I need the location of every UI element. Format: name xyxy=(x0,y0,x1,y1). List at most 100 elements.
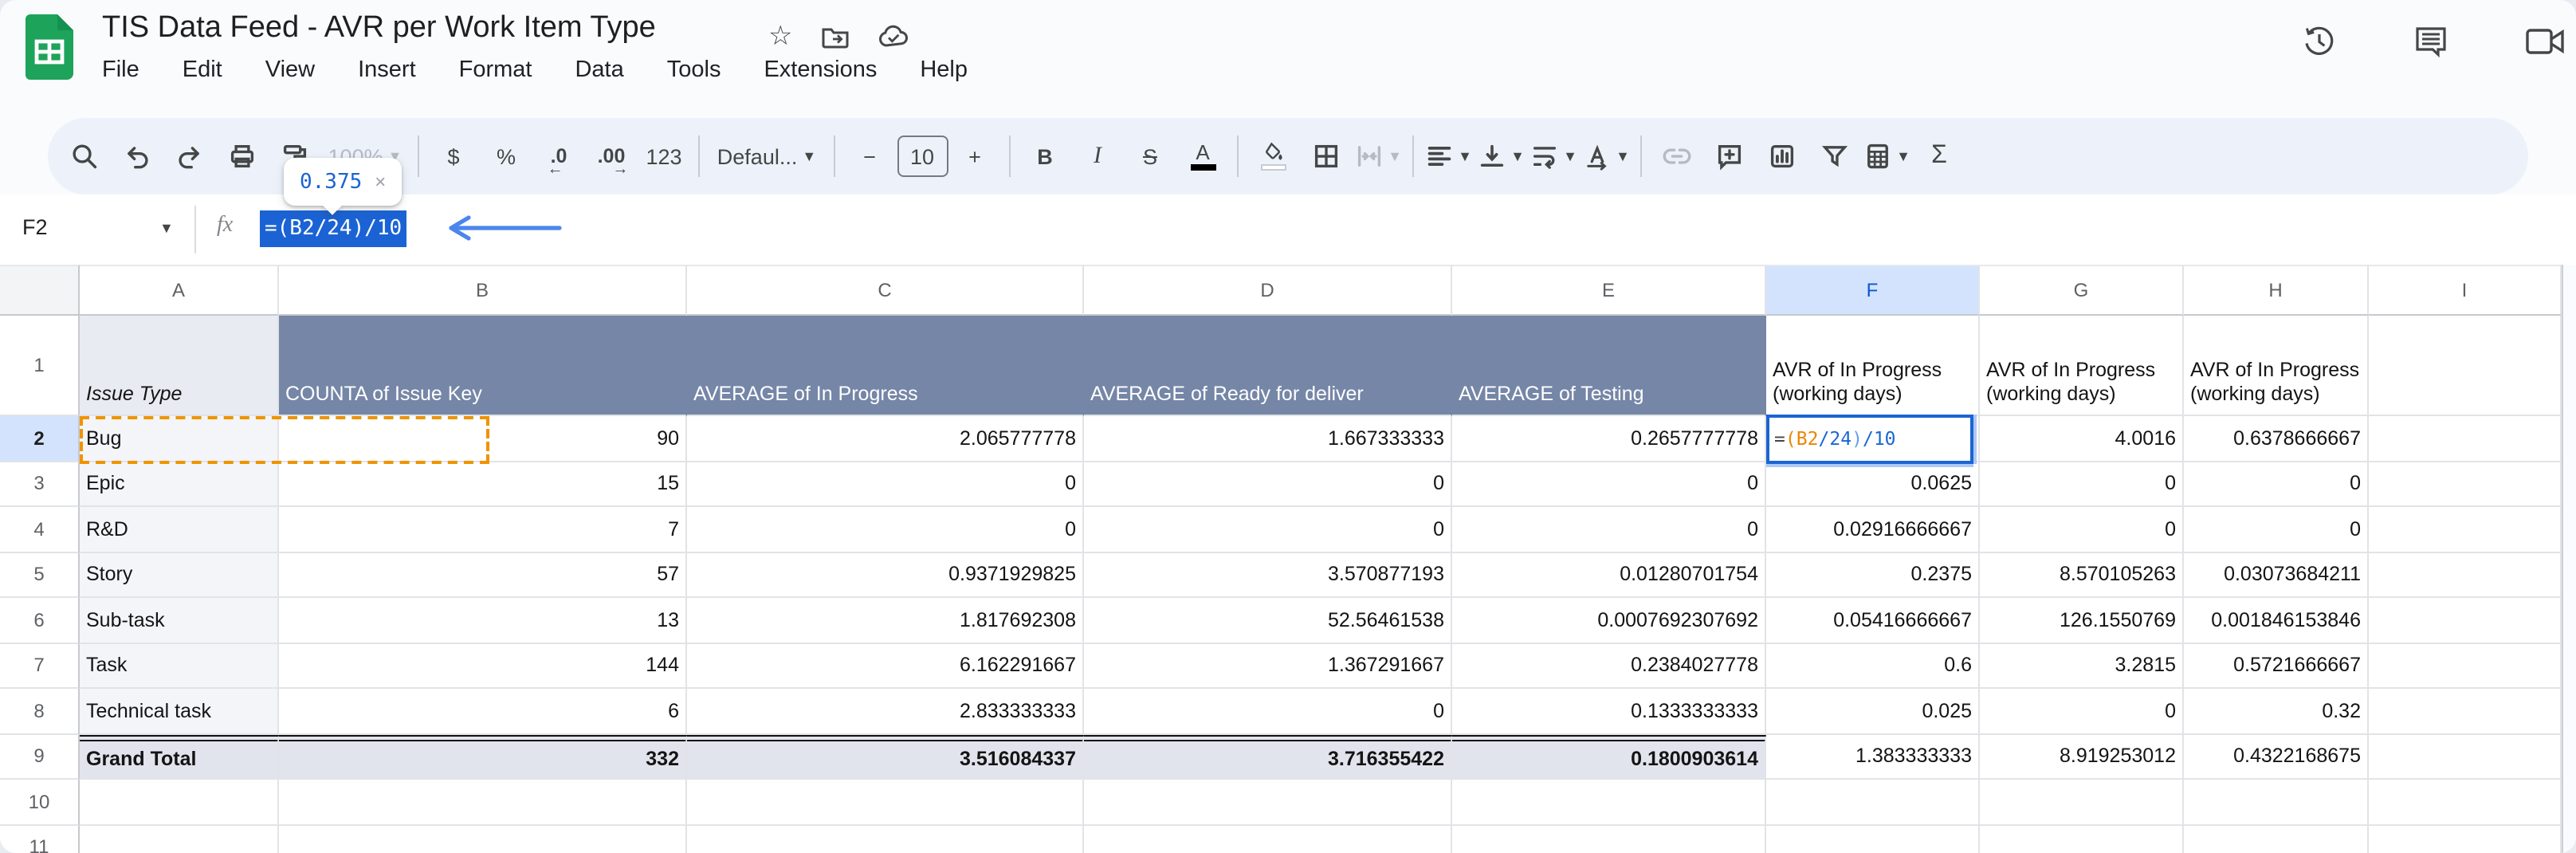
cell-G4[interactable]: 0 xyxy=(1980,507,2184,552)
cell-F11[interactable] xyxy=(1766,825,1980,853)
document-title[interactable]: TIS Data Feed - AVR per Work Item Type xyxy=(102,11,656,46)
menu-format[interactable]: Format xyxy=(459,57,532,83)
redo-icon[interactable] xyxy=(163,128,215,185)
video-call-icon[interactable] xyxy=(2525,24,2566,59)
cell-E1[interactable]: AVERAGE of Testing xyxy=(1452,316,1766,416)
cell-B7[interactable]: 144 xyxy=(279,643,687,689)
cell-B5[interactable]: 57 xyxy=(279,552,687,598)
formula-input[interactable]: =(B2/24)/10 xyxy=(260,210,406,247)
cell-B2[interactable]: 90 xyxy=(279,416,687,462)
cell-I8[interactable] xyxy=(2369,689,2562,734)
cell-I11[interactable] xyxy=(2369,825,2562,853)
cell-C3[interactable]: 0 xyxy=(687,462,1084,507)
cell-E11[interactable] xyxy=(1452,825,1766,853)
cell-H9[interactable]: 0.4322168675 xyxy=(2184,734,2369,780)
row-header-10[interactable]: 10 xyxy=(0,780,80,825)
select-all-corner[interactable] xyxy=(0,265,80,316)
column-header-F[interactable]: F xyxy=(1766,265,1980,316)
cell-A8[interactable]: Technical task xyxy=(80,689,279,734)
cell-B9[interactable]: 332 xyxy=(279,734,687,780)
cell-D6[interactable]: 52.56461538 xyxy=(1084,598,1452,643)
cell-C10[interactable] xyxy=(687,780,1084,825)
cell-C6[interactable]: 1.817692308 xyxy=(687,598,1084,643)
row-header-1[interactable]: 1 xyxy=(0,316,80,416)
cell-C8[interactable]: 2.833333333 xyxy=(687,689,1084,734)
cell-H3[interactable]: 0 xyxy=(2184,462,2369,507)
cell-E3[interactable]: 0 xyxy=(1452,462,1766,507)
cell-G3[interactable]: 0 xyxy=(1980,462,2184,507)
italic-button[interactable]: I xyxy=(1071,128,1124,185)
cell-A5[interactable]: Story xyxy=(80,552,279,598)
insert-comment-icon[interactable] xyxy=(1702,128,1755,185)
cell-G9[interactable]: 8.919253012 xyxy=(1980,734,2184,780)
column-header-E[interactable]: E xyxy=(1452,265,1766,316)
cell-D3[interactable]: 0 xyxy=(1084,462,1452,507)
format-currency-button[interactable]: $ xyxy=(427,128,480,185)
row-header-6[interactable]: 6 xyxy=(0,598,80,643)
row-header-4[interactable]: 4 xyxy=(0,507,80,552)
cell-I7[interactable] xyxy=(2369,643,2562,689)
cell-F1[interactable]: AVR of In Progress (working days) xyxy=(1766,316,1980,416)
font-size-button[interactable]: 10 xyxy=(896,128,948,185)
cell-G7[interactable]: 3.2815 xyxy=(1980,643,2184,689)
increase-decimal-icon[interactable]: .00→ xyxy=(585,128,638,185)
cell-D7[interactable]: 1.367291667 xyxy=(1084,643,1452,689)
cell-A9[interactable]: Grand Total xyxy=(80,734,279,780)
cell-A6[interactable]: Sub-task xyxy=(80,598,279,643)
insert-chart-icon[interactable] xyxy=(1755,128,1808,185)
font-size-increase-button[interactable]: + xyxy=(948,128,1001,185)
row-header-5[interactable]: 5 xyxy=(0,552,80,598)
cell-I10[interactable] xyxy=(2369,780,2562,825)
cell-G1[interactable]: AVR of In Progress (working days) xyxy=(1980,316,2184,416)
cell-I6[interactable] xyxy=(2369,598,2562,643)
cell-H7[interactable]: 0.5721666667 xyxy=(2184,643,2369,689)
menu-extensions[interactable]: Extensions xyxy=(764,57,877,83)
cell-A3[interactable]: Epic xyxy=(80,462,279,507)
cell-H5[interactable]: 0.03073684211 xyxy=(2184,552,2369,598)
cell-A2[interactable]: Bug xyxy=(80,416,279,462)
column-header-D[interactable]: D xyxy=(1084,265,1452,316)
row-header-2[interactable]: 2 xyxy=(0,416,80,462)
cell-C5[interactable]: 0.9371929825 xyxy=(687,552,1084,598)
fill-color-icon[interactable] xyxy=(1247,128,1299,185)
cell-A1[interactable]: Issue Type xyxy=(80,316,279,416)
cell-E8[interactable]: 0.1333333333 xyxy=(1452,689,1766,734)
cell-B8[interactable]: 6 xyxy=(279,689,687,734)
cell-C1[interactable]: AVERAGE of In Progress xyxy=(687,316,1084,416)
cell-C9[interactable]: 3.516084337 xyxy=(687,734,1084,780)
cell-F5[interactable]: 0.2375 xyxy=(1766,552,1980,598)
cell-D4[interactable]: 0 xyxy=(1084,507,1452,552)
cell-H8[interactable]: 0.32 xyxy=(2184,689,2369,734)
cell-I2[interactable] xyxy=(2369,416,2562,462)
cell-A4[interactable]: R&D xyxy=(80,507,279,552)
cell-B11[interactable] xyxy=(279,825,687,853)
cell-I5[interactable] xyxy=(2369,552,2562,598)
vertical-align-icon[interactable]: ▼ xyxy=(1475,128,1527,185)
cell-H10[interactable] xyxy=(2184,780,2369,825)
cell-A10[interactable] xyxy=(80,780,279,825)
cell-D10[interactable] xyxy=(1084,780,1452,825)
font-size-decrease-button[interactable]: − xyxy=(843,128,896,185)
cell-E4[interactable]: 0 xyxy=(1452,507,1766,552)
cell-H1[interactable]: AVR of In Progress (working days) xyxy=(2184,316,2369,416)
menu-help[interactable]: Help xyxy=(920,57,968,83)
column-header-G[interactable]: G xyxy=(1980,265,2184,316)
text-rotation-icon[interactable]: ▼ xyxy=(1580,128,1632,185)
version-history-icon[interactable] xyxy=(2302,24,2337,59)
column-header-B[interactable]: B xyxy=(279,265,687,316)
cell-G6[interactable]: 126.1550769 xyxy=(1980,598,2184,643)
cell-G5[interactable]: 8.570105263 xyxy=(1980,552,2184,598)
row-header-7[interactable]: 7 xyxy=(0,643,80,689)
cell-B10[interactable] xyxy=(279,780,687,825)
row-header-11[interactable]: 11 xyxy=(0,825,80,853)
cell-B1[interactable]: COUNTA of Issue Key xyxy=(279,316,687,416)
column-header-I[interactable]: I xyxy=(2369,265,2562,316)
row-header-9[interactable]: 9 xyxy=(0,734,80,780)
menu-tools[interactable]: Tools xyxy=(667,57,721,83)
cell-I4[interactable] xyxy=(2369,507,2562,552)
tooltip-close-icon[interactable]: × xyxy=(375,171,386,193)
cell-B3[interactable]: 15 xyxy=(279,462,687,507)
cell-H6[interactable]: 0.001846153846 xyxy=(2184,598,2369,643)
cell-G10[interactable] xyxy=(1980,780,2184,825)
cell-D2[interactable]: 1.667333333 xyxy=(1084,416,1452,462)
